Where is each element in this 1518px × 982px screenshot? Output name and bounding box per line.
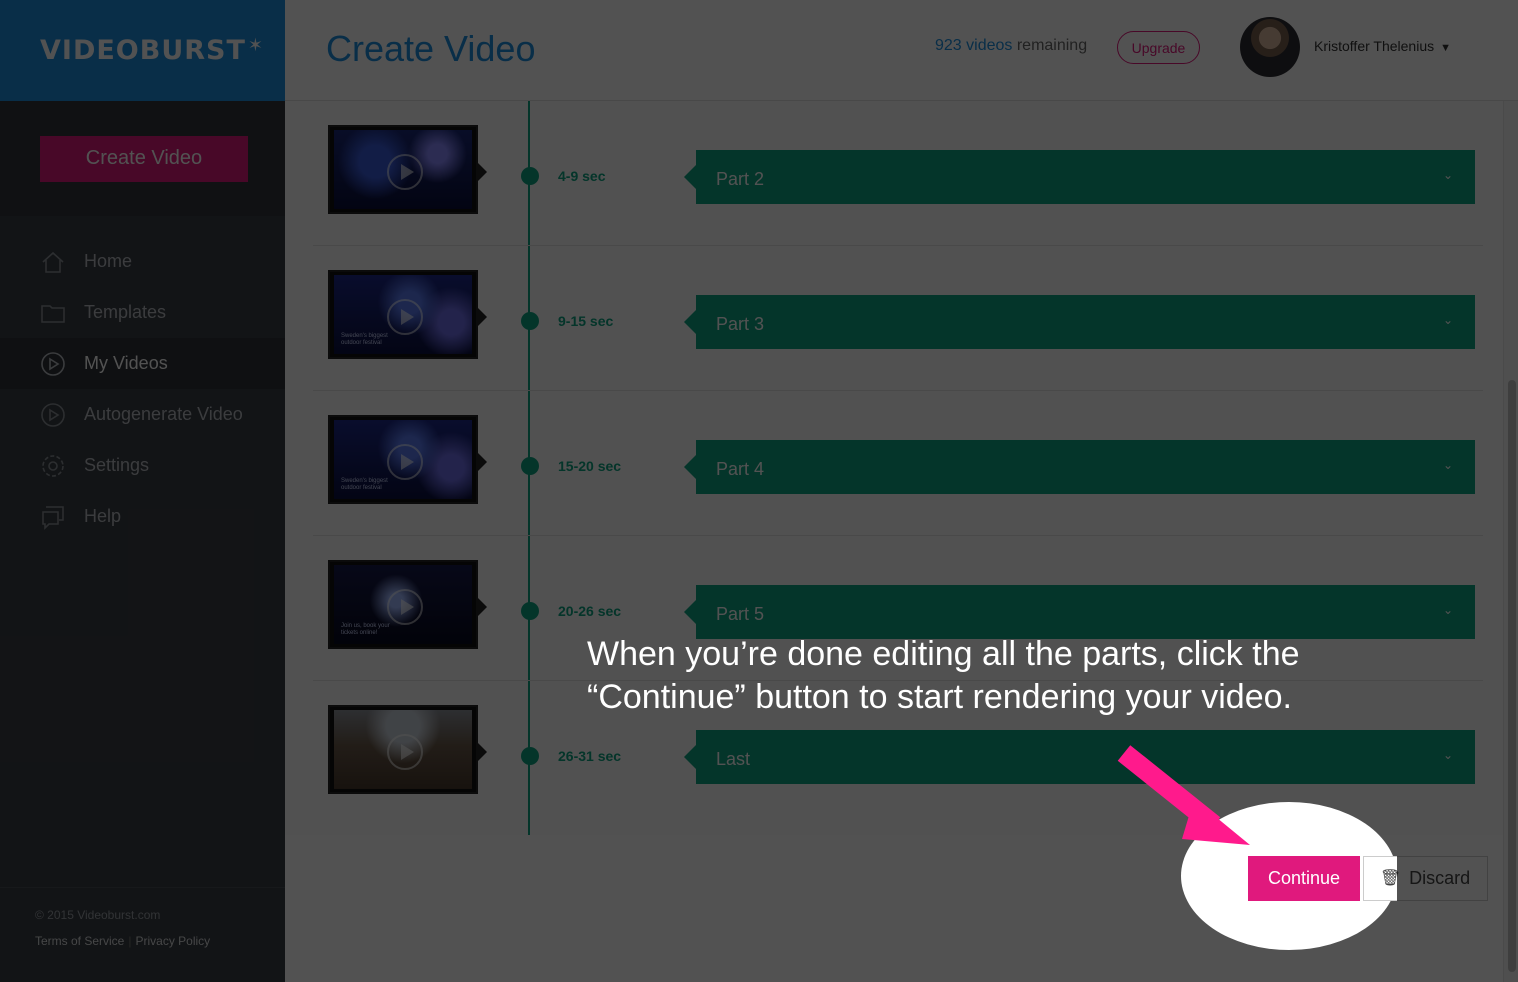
user-name: Kristoffer Thelenius [1314,38,1435,54]
timeline-row: Sweden's biggest outdoor festival 9-15 s… [313,246,1483,391]
play-circle-icon [40,402,66,428]
scrollbar-thumb[interactable] [1508,380,1516,972]
part-label: Part 2 [716,169,765,189]
part-label: Part 5 [716,604,765,624]
part-time: 20-26 sec [558,603,622,619]
sidebar-footer: © 2015 Videoburst.com Terms of Service | P… [0,887,285,982]
part-header-2[interactable]: Part 2 ⌄ [684,150,1475,204]
footer-links: Terms of Service | Privacy Policy [35,934,285,948]
part-time: 15-20 sec [558,458,622,474]
chevron-down-icon: ⌄ [1442,748,1453,762]
logo-bar: VIDEOBURST ✶ [0,0,285,101]
timeline-dot [521,167,539,185]
create-area: Create Video [0,101,285,216]
play-icon[interactable] [387,299,423,335]
footer-separator: | [128,934,132,948]
play-icon[interactable] [387,589,423,625]
sidebar-item-autogenerate-video[interactable]: Autogenerate Video [0,389,285,440]
sidebar-item-label: Templates [84,302,167,322]
part-header-5[interactable]: Part 5 ⌄ [684,585,1475,639]
timeline-dot [521,312,539,330]
page-title: Create Video [326,28,536,69]
part-header-last[interactable]: Last ⌄ [684,730,1475,784]
play-icon[interactable] [387,154,423,190]
trash-icon: 🗑 [1380,868,1397,888]
part-thumbnail[interactable] [328,705,487,794]
videos-remaining-label: remaining [1016,37,1088,54]
part-thumbnail[interactable]: Sweden's biggest outdoor festival [328,415,487,504]
sidebar-nav: Home Templates My Videos Autogenerate Vi… [0,216,285,542]
part-label: Part 3 [716,314,765,334]
avatar[interactable] [1240,17,1300,77]
timeline-dot [521,602,539,620]
videos-remaining: 923 videos remaining [935,37,1087,55]
pointer-arrow-icon [1117,745,1250,845]
thumbnail-caption: Sweden's biggest outdoor festival [341,478,388,491]
sidebar-item-label: Settings [84,455,150,475]
gear-icon [40,453,66,479]
part-label: Last [716,749,751,769]
videos-count: 923 videos [935,37,1013,54]
user-menu[interactable]: Kristoffer Thelenius ▼ [1314,38,1451,54]
play-circle-icon [40,351,66,377]
logo-star-icon: ✶ [247,35,265,56]
sidebar-item-home[interactable]: Home [0,236,285,287]
part-header-3[interactable]: Part 3 ⌄ [684,295,1475,349]
thumbnail-caption: Sweden's biggest outdoor festival [341,333,388,346]
sidebar-item-help[interactable]: Help [0,491,285,542]
sidebar-item-label: Home [84,251,133,271]
chevron-down-icon: ⌄ [1442,168,1453,182]
discard-label: Discard [1409,868,1471,888]
timeline-row: 4-9 sec Part 2 ⌄ [313,101,1483,246]
discard-button-highlight[interactable]: 🗑 [1363,856,1397,901]
part-time: 4-9 sec [558,168,606,184]
logo[interactable]: VIDEOBURST ✶ [40,35,264,66]
chevron-down-icon: ⌄ [1442,603,1453,617]
logo-text: VIDEOBURST [40,35,246,66]
timeline-row: Sweden's biggest outdoor festival 15-20 … [313,391,1483,536]
part-time: 9-15 sec [558,313,614,329]
play-icon[interactable] [387,444,423,480]
upgrade-button[interactable]: Upgrade [1117,31,1200,64]
chevron-down-icon: ⌄ [1442,458,1453,472]
terms-link[interactable]: Terms of Service [35,934,124,948]
continue-button[interactable]: Continue [1248,856,1360,901]
sidebar-item-label: Help [84,506,122,526]
create-video-button[interactable]: Create Video [40,135,248,182]
chevron-down-icon: ⌄ [1442,313,1453,327]
timeline-dot [521,747,539,765]
header: Create Video 923 videos remaining Upgrad… [285,0,1518,101]
part-header-4[interactable]: Part 4 ⌄ [684,440,1475,494]
part-label: Part 4 [716,459,765,479]
part-thumbnail[interactable]: Join us, book your tickets online! [328,560,487,649]
sidebar-item-label: Autogenerate Video [84,404,243,424]
chevron-down-icon: ▼ [1440,42,1451,54]
folder-icon [40,300,66,326]
home-icon [40,249,66,275]
part-thumbnail[interactable]: Sweden's biggest outdoor festival [328,270,487,359]
part-thumbnail[interactable] [328,125,487,214]
sidebar-item-my-videos[interactable]: My Videos [0,338,285,389]
sidebar-item-templates[interactable]: Templates [0,287,285,338]
scrollbar[interactable] [1503,101,1518,982]
play-icon[interactable] [387,734,423,770]
thumbnail-caption: Join us, book your tickets online! [341,623,390,636]
sidebar-item-label: My Videos [84,353,168,373]
copyright: © 2015 Videoburst.com [35,908,161,922]
timeline-dot [521,457,539,475]
part-time: 26-31 sec [558,748,622,764]
tutorial-hint: When you’re done editing all the parts, … [587,633,1387,719]
tutorial-hint-line: “Continue” button to start rendering you… [587,678,1292,716]
tutorial-hint-line: When you’re done editing all the parts, … [587,635,1300,673]
timeline-panel: 4-9 sec Part 2 ⌄ Sweden's biggest outdoo… [285,101,1503,835]
sidebar: VIDEOBURST ✶ Create Video Home Templates … [0,0,285,982]
sidebar-item-settings[interactable]: Settings [0,440,285,491]
chat-icon [40,504,66,530]
privacy-link[interactable]: Privacy Policy [135,934,210,948]
